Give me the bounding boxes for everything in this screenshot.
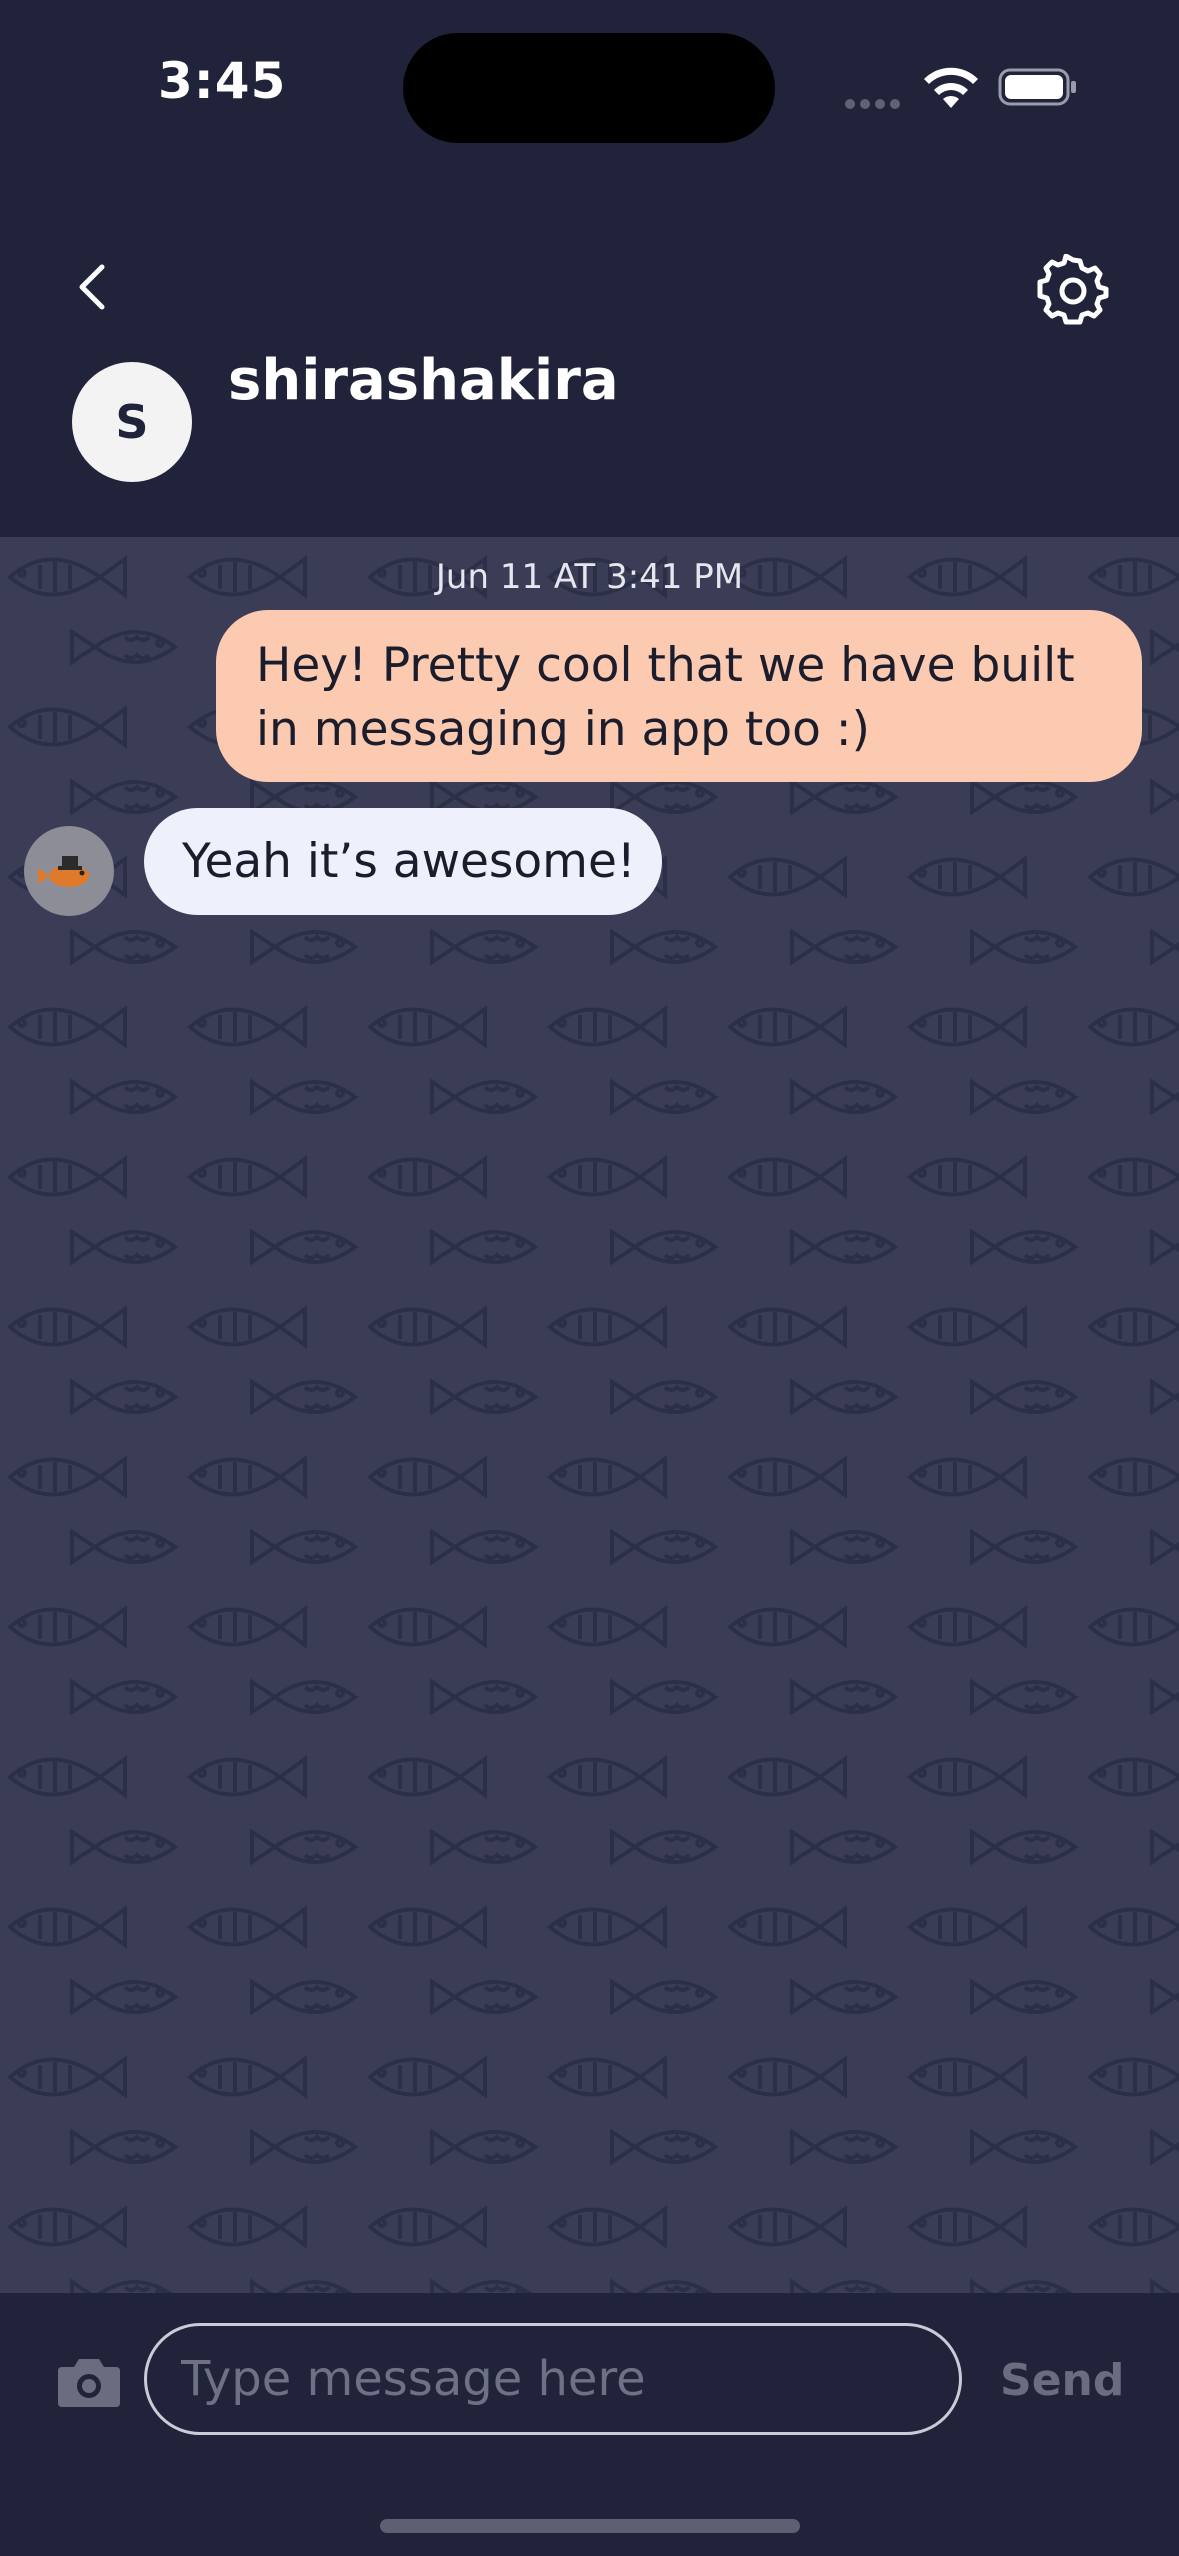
peer-avatar[interactable] <box>24 826 114 916</box>
battery-icon <box>998 68 1076 106</box>
outgoing-message-bubble[interactable]: Hey! Pretty cool that we have built in m… <box>216 610 1142 782</box>
contact-username[interactable]: shirashakira <box>228 348 619 413</box>
fish-avatar-icon <box>38 856 89 887</box>
message-timestamp: Jun 11 AT 3:41 PM <box>435 557 744 597</box>
dynamic-island <box>403 33 775 143</box>
gear-icon[interactable] <box>1036 254 1110 328</box>
contact-avatar[interactable]: S <box>72 362 192 482</box>
camera-icon[interactable] <box>56 2353 122 2409</box>
cellular-signal-icon <box>845 94 905 109</box>
status-bar: 3:45 <box>0 0 1179 180</box>
wifi-icon <box>924 67 978 108</box>
send-button[interactable]: Send <box>1000 2355 1124 2406</box>
message-composer: Send <box>0 2293 1179 2556</box>
fish-pattern-background <box>0 537 1179 2293</box>
status-time: 3:45 <box>158 52 287 110</box>
chat-thread[interactable]: Jun 11 AT 3:41 PM Hey! Pretty cool that … <box>0 537 1179 2293</box>
incoming-message-bubble[interactable]: Yeah it’s awesome! <box>144 808 662 915</box>
conversation-header: S shirashakira <box>0 180 1179 537</box>
home-indicator <box>380 2519 800 2533</box>
chevron-left-icon[interactable] <box>62 255 126 319</box>
message-input[interactable] <box>144 2323 962 2435</box>
